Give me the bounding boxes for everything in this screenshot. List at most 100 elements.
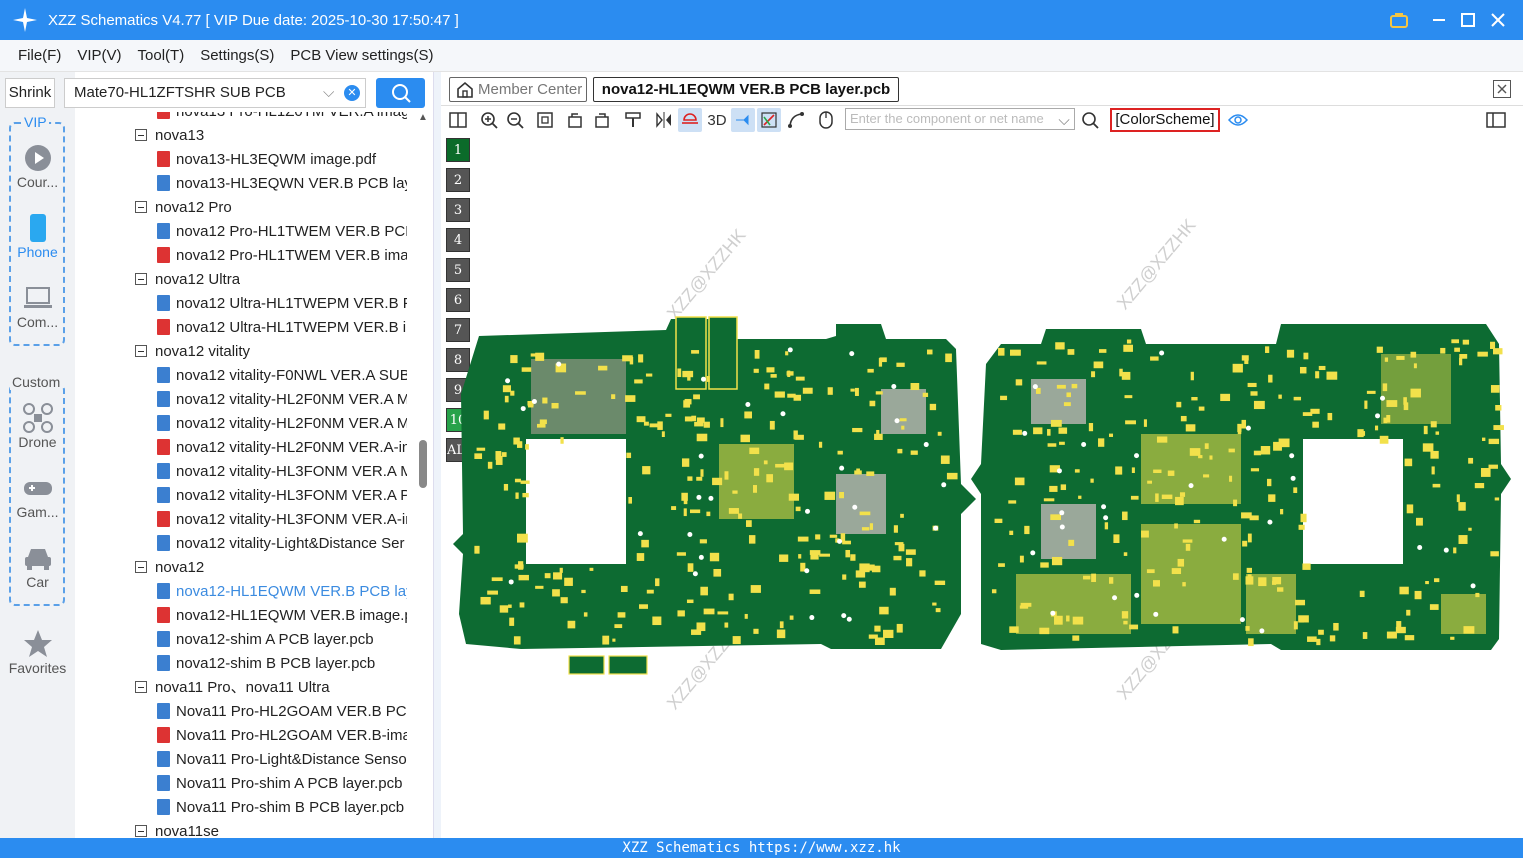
tree-file[interactable]: nova12 Pro-HL1TWEM VER.B PCB l [157,220,407,244]
maximize-button[interactable] [1453,0,1483,40]
tree-folder[interactable]: nova12 [135,556,204,580]
search-button[interactable] [376,78,425,108]
tab-active-file[interactable]: nova12-HL1EQWM VER.B PCB layer.pcb [593,77,899,102]
format-painter-icon[interactable] [621,108,645,132]
tree-scrollbar-thumb[interactable] [419,440,427,488]
tree-file[interactable]: nova12-shim A PCB layer.pcb [157,628,407,652]
tree-folder[interactable]: nova12 vitality [135,340,250,364]
side-panel-toggle-icon[interactable] [1484,108,1508,132]
menu-tool[interactable]: Tool(T) [138,47,185,64]
tree-file[interactable]: Nova11 Pro-HL2GOAM VER.B PCB [157,700,407,724]
menu-vip[interactable]: VIP(V) [77,47,121,64]
pcb-pad [1121,371,1131,380]
member-center-tab[interactable]: Member Center [449,77,587,102]
net-trace-icon[interactable] [757,108,781,132]
tree-folder[interactable]: nova13 [135,124,204,148]
pcb-canvas[interactable]: 1 2 3 4 5 6 7 8 9 10 ALL XZZ@XZZHK XZZ@XZZHK XZZ@X… [441,134,1523,838]
split-view-icon[interactable] [446,108,470,132]
pcb-pad [503,483,509,491]
menu-bar: File(F) VIP(V) Tool(T) Settings(S) PCB V… [0,40,1523,72]
menu-pcb-view-settings[interactable]: PCB View settings(S) [290,47,433,64]
shrink-button[interactable]: Shrink [5,78,55,108]
curve-tool-icon[interactable] [784,108,808,132]
tree-file[interactable]: Nova11 Pro-Light&Distance Senso [157,748,407,772]
collapse-toggle-icon[interactable] [135,273,147,285]
close-all-tabs-icon[interactable] [1493,80,1511,98]
menu-file[interactable]: File(F) [18,47,61,64]
mouse-icon[interactable] [814,108,838,132]
pin-mode-icon[interactable] [731,108,755,132]
tree-file[interactable]: Nova11 Pro-shim B PCB layer.pcb [157,796,407,820]
tree-file[interactable]: Nova11 Pro-shim A PCB layer.pcb [157,772,407,796]
pcb-pad [752,485,757,493]
panel-splitter[interactable] [433,72,441,838]
color-scheme-button[interactable]: [ColorScheme] [1110,108,1220,132]
tree-folder[interactable]: nova12 Ultra [135,268,240,292]
sidebar-item-courses[interactable]: Cour... [0,142,75,190]
tree-file[interactable]: nova12-shim B PCB layer.pcb [157,652,407,676]
collapse-toggle-icon[interactable] [135,129,147,141]
tree-folder[interactable]: nova11 Pro、nova11 Ultra [135,676,330,700]
mirror-icon[interactable] [652,108,676,132]
eye-icon[interactable] [1226,108,1250,132]
sidebar-item-computer[interactable]: Com... [0,282,75,330]
tree-folder[interactable]: nova12 Pro [135,196,232,220]
tree-folder[interactable]: nova11se [135,820,219,838]
tree-file[interactable]: nova13-HL3EQWN VER.B PCB layer [157,172,407,196]
highlight-net-icon[interactable] [678,108,702,132]
collapse-toggle-icon[interactable] [135,201,147,213]
chevron-down-icon[interactable]: ⌵ [323,79,334,107]
chevron-down-icon[interactable]: ⌵ [1052,108,1076,132]
tree-file[interactable]: nova13-HL3EQWM image.pdf [157,148,407,172]
pcb-pad [779,554,789,562]
tree-file[interactable]: nova12 Ultra-HL1TWEPM VER.B im [157,316,407,340]
pcb-pad [1318,629,1324,635]
tree-file[interactable]: nova12 vitality-Light&Distance Ser [157,532,407,556]
pcb-pad [837,450,843,455]
clear-icon[interactable]: ✕ [344,85,360,101]
zoom-in-icon[interactable] [477,108,501,132]
tree-file[interactable]: nova12 vitality-HL3FONM VER.A PC [157,484,407,508]
tree-scrollbar[interactable]: ▲ [415,112,433,838]
search-icon[interactable] [1078,108,1102,132]
sidebar-item-car[interactable]: Car [0,542,75,590]
vip-bag-icon[interactable] [1384,0,1414,40]
sidebar-item-favorites[interactable]: Favorites [0,628,75,676]
collapse-toggle-icon[interactable] [135,825,147,837]
scroll-up-icon[interactable]: ▲ [418,112,428,123]
tree-file[interactable]: nova12-HL1EQWM VER.B image.p [157,604,407,628]
tree-label: nova12-HL1EQWM VER.B image.p [176,607,407,624]
minimize-button[interactable] [1424,0,1454,40]
rotate-right-icon[interactable] [590,108,614,132]
close-button[interactable] [1483,0,1513,40]
fit-view-icon[interactable] [533,108,557,132]
sidebar-item-phone[interactable]: Phone [0,212,75,260]
rotate-left-icon[interactable] [563,108,587,132]
tree-file[interactable]: nova12 Ultra-HL1TWEPM VER.B PC [157,292,407,316]
pcb-pad [1074,469,1080,473]
tree-file[interactable]: nova12 Pro-HL1TWEM VER.B imag [157,244,407,268]
tree-file[interactable]: Nova11 Pro-HL2GOAM VER.B-imag [157,724,407,748]
board-search-combo[interactable]: Mate70-HL1ZFTSHR SUB PCB ⌵ ✕ [64,78,366,108]
tree-file[interactable]: nova12 vitality-HL2F0NM VER.A-in [157,436,407,460]
tree-file[interactable]: nova12-HL1EQWM VER.B PCB laye [157,580,407,604]
pcb-pad [682,370,694,378]
tree-file[interactable]: nova12 vitality-HL3FONM VER.A M [157,460,407,484]
collapse-toggle-icon[interactable] [135,681,147,693]
tree-file[interactable]: nova12 vitality-HL2F0NM VER.A M [157,388,407,412]
component-search-input[interactable]: Enter the component or net name [845,108,1075,130]
tree-file[interactable]: nova13 Pro-HL1Z0TM VER.A imag [157,112,407,124]
pcb-via [1159,350,1165,356]
collapse-toggle-icon[interactable] [135,561,147,573]
collapse-toggle-icon[interactable] [135,345,147,357]
tree-file[interactable]: nova12 vitality-HL2F0NM VER.A M [157,412,407,436]
pcb-pad [598,365,608,371]
tree-file[interactable]: nova12 vitality-HL3FONM VER.A-ir [157,508,407,532]
3d-view-button[interactable]: 3D [704,108,730,132]
sidebar-item-games[interactable]: Gam... [0,472,75,520]
pcb-pad [1054,615,1063,625]
menu-settings[interactable]: Settings(S) [200,47,274,64]
zoom-out-icon[interactable] [503,108,527,132]
sidebar-item-drone[interactable]: Drone [0,402,75,450]
tree-file[interactable]: nova12 vitality-F0NWL VER.A SUB I [157,364,407,388]
